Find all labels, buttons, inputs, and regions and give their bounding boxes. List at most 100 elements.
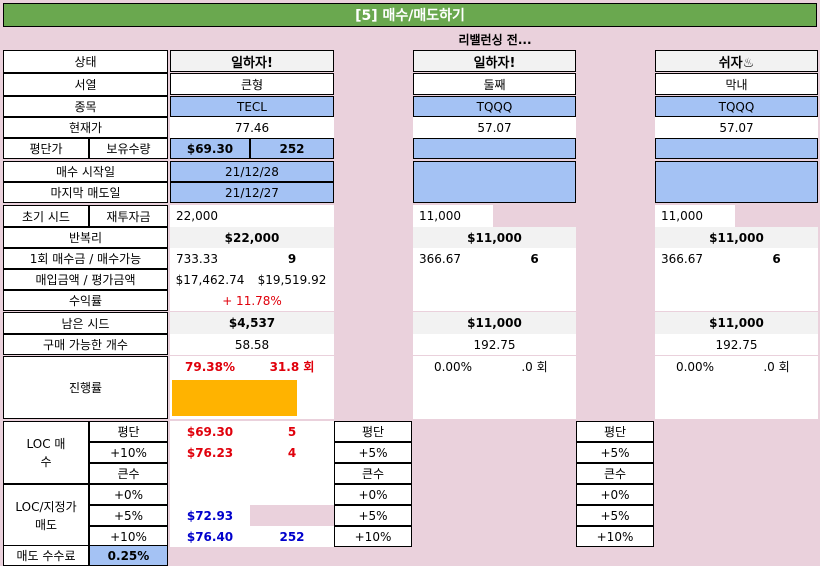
- label-loc-sell: LOC/지정가 매도: [3, 484, 89, 547]
- col3-side-sell10: +10%: [576, 526, 654, 547]
- col2-side-big: 큰수: [334, 463, 412, 484]
- col1-sell-10-price: $76.40: [170, 526, 250, 547]
- col3-dates[interactable]: [655, 161, 818, 203]
- col1-buy-start[interactable]: 21/12/28: [170, 161, 334, 182]
- col3-avg-qty[interactable]: [655, 138, 818, 159]
- col3-buy-eval-empty: [655, 269, 818, 311]
- col2-progress-pct: 0.00%: [413, 356, 493, 377]
- col1-sell-0: [170, 484, 334, 505]
- col3-side-big: 큰수: [576, 463, 654, 484]
- col3-progress-pct: 0.00%: [655, 356, 735, 377]
- label-price: 현재가: [3, 117, 168, 138]
- col1-buyable: 58.58: [170, 334, 334, 355]
- col1-loc-avg-qty: 5: [250, 421, 334, 442]
- col1-loc-10-price: $76.23: [170, 442, 250, 463]
- col1-unit: 733.33: [170, 248, 250, 269]
- col1-remaining: $4,537: [170, 312, 334, 334]
- col2-buy-eval-empty: [413, 269, 576, 311]
- col2-progress-count: .0 회: [493, 356, 576, 377]
- col2-order[interactable]: 둘째: [413, 73, 576, 95]
- fee-value[interactable]: 0.25%: [89, 545, 168, 566]
- col3-ticker[interactable]: TQQQ: [655, 96, 818, 117]
- col1-reinvest[interactable]: [250, 205, 334, 227]
- label-buy-start: 매수 시작일: [3, 161, 168, 182]
- col3-progress-count: .0 회: [735, 356, 818, 377]
- col2-side-plus5: +5%: [334, 442, 412, 463]
- col2-can-buy: 6: [493, 248, 576, 269]
- col1-avg[interactable]: $69.30: [170, 138, 250, 159]
- col2-dates[interactable]: [413, 161, 576, 203]
- col3-buyable: 192.75: [655, 334, 818, 355]
- col1-sell-10-qty: 252: [250, 526, 334, 547]
- col2-seed[interactable]: 11,000: [413, 205, 493, 227]
- label-sell-10: +10%: [89, 526, 168, 547]
- label-fee: 매도 수수료: [3, 545, 89, 566]
- col1-order[interactable]: 큰형: [170, 73, 334, 95]
- col1-loc-10-qty: 4: [250, 442, 334, 463]
- col3-unit: 366.67: [655, 248, 735, 269]
- col1-can-buy: 9: [250, 248, 334, 269]
- col3-order[interactable]: 막내: [655, 73, 818, 95]
- col2-price: 57.07: [413, 117, 576, 138]
- col1-progress-bar-fill: [172, 380, 297, 416]
- col1-qty[interactable]: 252: [250, 138, 334, 159]
- col3-remaining: $11,000: [655, 312, 818, 334]
- col3-side-plus5: +5%: [576, 442, 654, 463]
- col3-can-buy: 6: [735, 248, 818, 269]
- col2-side-sell5: +5%: [334, 505, 412, 526]
- label-seed: 초기 시드: [3, 205, 89, 227]
- col3-side-sell0: +0%: [576, 484, 654, 505]
- title-bar: [5] 매수/매도하기: [3, 3, 817, 27]
- col2-avg-qty[interactable]: [413, 138, 576, 159]
- label-progress: 진행률: [3, 356, 168, 419]
- col3-seed[interactable]: 11,000: [655, 205, 735, 227]
- label-loc-buy-10: +10%: [89, 442, 168, 463]
- col1-compound: $22,000: [170, 227, 334, 248]
- label-avg-price: 평단가: [3, 138, 89, 159]
- col1-sell-5-price: $72.93: [170, 505, 250, 526]
- label-loc-buy-big: 큰수: [89, 463, 168, 484]
- status-line: 리밸런싱 전...: [170, 28, 820, 50]
- col1-buy-amount: $17,462.74: [170, 269, 250, 290]
- col2-compound: $11,000: [413, 227, 576, 248]
- col1-progress-pct: 79.38%: [170, 356, 250, 377]
- col1-seed[interactable]: 22,000: [170, 205, 250, 227]
- col3-progress-bar-track: [655, 377, 818, 419]
- col1-progress-count: 31.8 회: [250, 356, 334, 377]
- label-unit: 1회 매수금 / 매수가능: [3, 248, 168, 269]
- label-last-sell: 마지막 매도일: [3, 182, 168, 203]
- label-order: 서열: [3, 73, 168, 96]
- col2-side-sell0: +0%: [334, 484, 412, 505]
- label-reinvest: 재투자금: [89, 205, 168, 227]
- col2-unit: 366.67: [413, 248, 493, 269]
- label-ticker: 종목: [3, 96, 168, 117]
- col2-status[interactable]: 일하자!: [413, 50, 576, 72]
- col1-eval-amount: $19,519.92: [250, 269, 334, 290]
- spreadsheet: [5] 매수/매도하기 리밸런싱 전... 상태 서열 종목 현재가 평단가 보…: [0, 0, 820, 566]
- label-status: 상태: [3, 50, 168, 73]
- col3-side-sell5: +5%: [576, 505, 654, 526]
- col3-price: 57.07: [655, 117, 818, 138]
- col2-remaining: $11,000: [413, 312, 576, 334]
- col1-last-sell[interactable]: 21/12/27: [170, 182, 334, 203]
- label-compound: 반복리: [3, 227, 168, 248]
- col1-return: + 11.78%: [170, 290, 334, 311]
- col2-progress-bar-track: [413, 377, 576, 419]
- col1-loc-big: [170, 463, 334, 484]
- label-buyable: 구매 가능한 개수: [3, 334, 168, 355]
- label-loc-buy: LOC 매수: [3, 421, 89, 484]
- label-sell-5: +5%: [89, 505, 168, 526]
- label-sell-0: +0%: [89, 484, 168, 505]
- label-buy-eval: 매입금액 / 평가금액: [3, 269, 168, 290]
- label-loc-buy-avg: 평단: [89, 421, 168, 442]
- col3-status[interactable]: 쉬자♨: [655, 50, 818, 72]
- col1-progress-bar-track: [170, 377, 334, 419]
- col2-ticker[interactable]: TQQQ: [413, 96, 576, 117]
- col3-compound: $11,000: [655, 227, 818, 248]
- col1-status[interactable]: 일하자!: [170, 50, 334, 72]
- col2-buyable: 192.75: [413, 334, 576, 355]
- label-qty: 보유수량: [89, 138, 168, 159]
- col3-side-avg: 평단: [576, 421, 654, 442]
- col2-side-avg: 평단: [334, 421, 412, 442]
- col1-ticker[interactable]: TECL: [170, 96, 334, 117]
